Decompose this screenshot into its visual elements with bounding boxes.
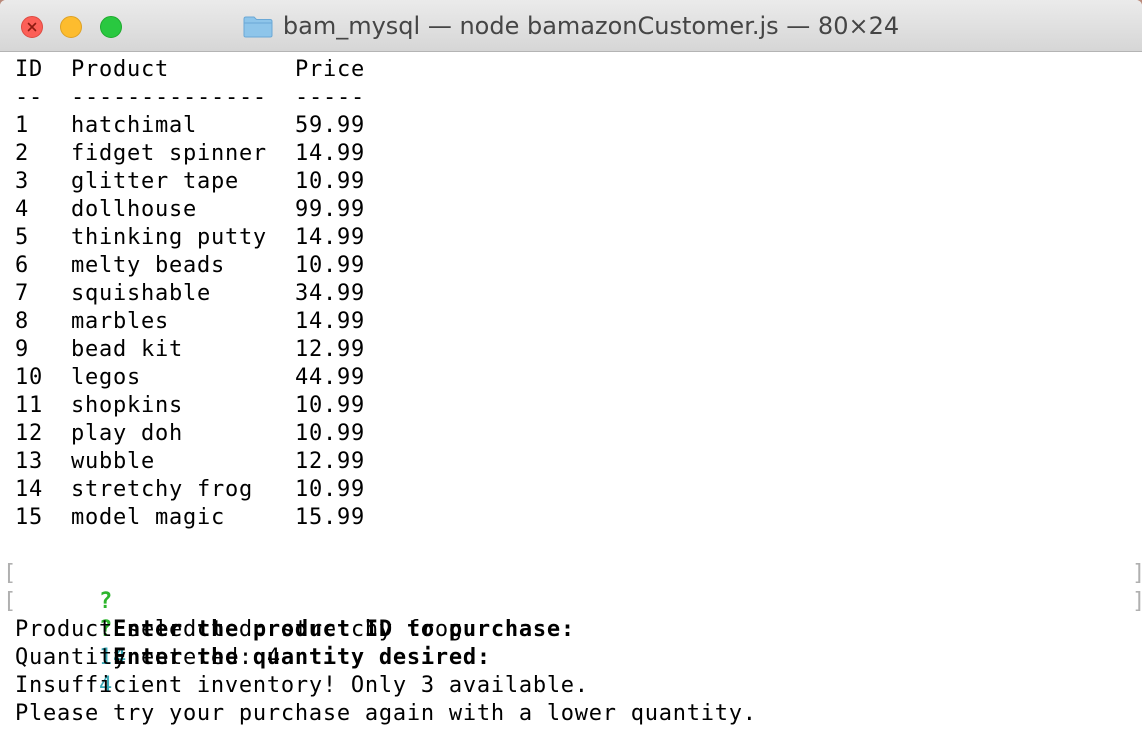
row-product: thinking putty (71, 225, 267, 250)
row-id: 8 (15, 309, 29, 334)
row-product: shopkins (71, 393, 183, 418)
table-row: 1 hatchimal 59.99 (15, 112, 364, 140)
row-price: 14.99 (295, 225, 365, 250)
output-line-product: Product seledcted: stretchy frog (15, 617, 463, 642)
row-price: 59.99 (295, 113, 365, 138)
row-id: 7 (15, 281, 29, 306)
table-row: 4 dollhouse 99.99 (15, 196, 364, 224)
row-product: play doh (71, 421, 183, 446)
separator-id: -- (15, 85, 43, 110)
table-row: 13 wubble 12.99 (15, 448, 364, 476)
table-row: 9 bead kit 12.99 (15, 336, 364, 364)
terminal-window: bam_mysql — node bamazonCustomer.js — 80… (0, 0, 1142, 740)
row-price: 12.99 (295, 337, 365, 362)
output-line-quantity: Quantity entered: 4 (15, 645, 281, 670)
table-row: 7 squishable 34.99 (15, 280, 364, 308)
terminal-content[interactable]: ID Product Price -- -------------- -----… (0, 52, 1142, 740)
row-price: 10.99 (295, 477, 365, 502)
title-bar[interactable]: bam_mysql — node bamazonCustomer.js — 80… (0, 0, 1142, 52)
prompt-bracket-close: ] (1132, 588, 1142, 616)
separator-price: ----- (295, 85, 365, 110)
row-product: glitter tape (71, 169, 239, 194)
row-id: 12 (15, 421, 43, 446)
table-row: 15 model magic 15.99 (15, 504, 364, 532)
row-id: 4 (15, 197, 29, 222)
row-product: marbles (71, 309, 169, 334)
separator-product: -------------- (71, 85, 267, 110)
row-product: dollhouse (71, 197, 197, 222)
table-separator-row: -- -------------- ----- (15, 84, 364, 112)
header-product: Product (71, 57, 169, 82)
window-title: bam_mysql — node bamazonCustomer.js — 80… (282, 12, 900, 40)
window-title-area: bam_mysql — node bamazonCustomer.js — 80… (0, 0, 1142, 52)
row-price: 10.99 (295, 169, 365, 194)
row-id: 1 (15, 113, 29, 138)
row-product: model magic (71, 505, 225, 530)
folder-icon (243, 16, 273, 38)
row-id: 6 (15, 253, 29, 278)
table-row: 14 stretchy frog 10.99 (15, 476, 364, 504)
row-id: 11 (15, 393, 43, 418)
row-price: 10.99 (295, 253, 365, 278)
row-id: 14 (15, 477, 43, 502)
row-price: 44.99 (295, 365, 365, 390)
row-id: 15 (15, 505, 43, 530)
table-row: 6 melty beads 10.99 (15, 252, 364, 280)
output-line-retry: Please try your purchase again with a lo… (15, 701, 757, 726)
row-id: 10 (15, 365, 43, 390)
row-id: 3 (15, 169, 29, 194)
row-product: hatchimal (71, 113, 197, 138)
header-price: Price (295, 57, 365, 82)
table-row: 8 marbles 14.99 (15, 308, 364, 336)
row-product: bead kit (71, 337, 183, 362)
header-id: ID (15, 57, 43, 82)
prompt-bracket-close: ] (1132, 560, 1142, 588)
row-price: 34.99 (295, 281, 365, 306)
table-row: 10 legos 44.99 (15, 364, 364, 392)
row-price: 15.99 (295, 505, 365, 530)
row-product: melty beads (71, 253, 225, 278)
row-product: wubble (71, 449, 155, 474)
table-row: 11 shopkins 10.99 (15, 392, 364, 420)
row-product: squishable (71, 281, 211, 306)
row-price: 12.99 (295, 449, 365, 474)
row-price: 14.99 (295, 309, 365, 334)
row-product: stretchy frog (71, 477, 253, 502)
row-price: 99.99 (295, 197, 365, 222)
row-id: 2 (15, 141, 29, 166)
prompt-quantity: ? Enter the quantity desired: 4 (15, 588, 505, 698)
row-product: legos (71, 365, 141, 390)
row-product: fidget spinner (71, 141, 267, 166)
row-price: 10.99 (295, 393, 365, 418)
table-row: 3 glitter tape 10.99 (15, 168, 364, 196)
row-id: 13 (15, 449, 43, 474)
row-id: 9 (15, 337, 29, 362)
prompt-product-id: ? Enter the product ID to purchase: 14 (15, 560, 589, 670)
table-row: 2 fidget spinner 14.99 (15, 140, 364, 168)
row-price: 10.99 (295, 421, 365, 446)
row-price: 14.99 (295, 141, 365, 166)
table-header-row: ID Product Price (15, 56, 364, 84)
table-row: 5 thinking putty 14.99 (15, 224, 364, 252)
output-line-inventory: Insufficient inventory! Only 3 available… (15, 673, 589, 698)
row-id: 5 (15, 225, 29, 250)
table-row: 12 play doh 10.99 (15, 420, 364, 448)
